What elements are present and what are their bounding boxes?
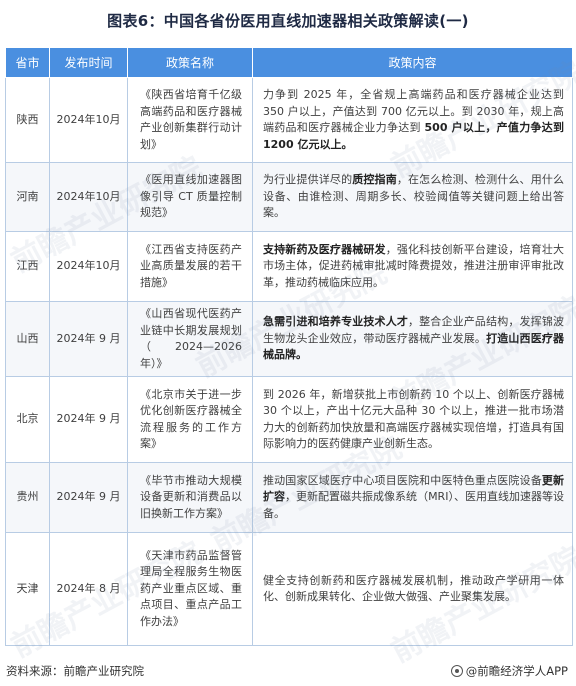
content-highlight: 质控指南	[352, 173, 397, 187]
content-text: 到 2026 年，新增获批上市创新药 10 个以上、创新医疗器械 30 个以上，…	[263, 387, 564, 451]
brand-logo-icon	[450, 665, 463, 677]
cell-date: 2024年10月	[49, 231, 128, 302]
content-text: 推动国家区域医疗中心项目医院和中医特色重点医院设备	[263, 473, 542, 487]
cell-policy-content: 力争到 2025 年，全省规上高端药品和医疗器械企业达到 350 户以上，产值达…	[252, 77, 573, 163]
cell-policy-name: 《天津市药品监督管理局全程服务生物医药产业重点区域、重点项目、重点产品工作办法》	[127, 532, 253, 646]
cell-date: 2024年 9 月	[49, 376, 128, 463]
cell-policy-name: 《山西省现代医药产业链中长期发展规划（2024—2026 年）》	[127, 301, 253, 377]
header-date: 发布时间	[49, 47, 128, 78]
cell-policy-name: 《医用直线加速器图像引导 CT 质量控制规范》	[127, 162, 253, 232]
cell-province: 天津	[5, 532, 50, 646]
cell-province: 北京	[5, 376, 50, 463]
cell-policy-content: 支持新药及医疗器械研发，强化科技创新平台建设，培育壮大市场主体，促进药械审批减时…	[252, 231, 573, 302]
cell-policy-content: 到 2026 年，新增获批上市创新药 10 个以上、创新医疗器械 30 个以上，…	[252, 376, 573, 463]
cell-date: 2024年 8 月	[49, 532, 128, 646]
cell-policy-content: 推动国家区域医疗中心项目医院和中医特色重点医院设备更新扩容，更新配置磁共振成像系…	[252, 462, 573, 533]
cell-province: 贵州	[5, 462, 50, 533]
table-header-row: 省市 发布时间 政策名称 政策内容	[5, 47, 573, 78]
cell-policy-content: 为行业提供详尽的质控指南，在怎么检测、检测什么、用什么设备、由谁检测、周期多长、…	[252, 162, 573, 232]
table-row: 江西 2024年10月 《江西省支持医药产业高质量发展的若干措施》 支持新药及医…	[5, 231, 573, 302]
table-row: 贵州 2024年 9 月 《毕节市推动大规模设备更新和消费品以旧换新工作方案》 …	[5, 462, 573, 533]
cell-policy-content: 急需引进和培养专业技术人才，整合企业产品结构，发挥锦波生物龙头企业效应，带动医疗…	[252, 301, 573, 377]
table-row: 北京 2024年 9 月 《北京市关于进一步优化创新医疗器械全流程服务的工作方案…	[5, 376, 573, 463]
cell-policy-name: 《北京市关于进一步优化创新医疗器械全流程服务的工作方案》	[127, 376, 253, 463]
table-row: 河南 2024年10月 《医用直线加速器图像引导 CT 质量控制规范》 为行业提…	[5, 162, 573, 232]
table-row: 山西 2024年 9 月 《山西省现代医药产业链中长期发展规划（2024—202…	[5, 301, 573, 377]
content-text: 健全支持创新药和医疗器械发展机制，推动政产学研用一体化、创新成果转化、企业做大做…	[263, 573, 564, 604]
content-text: 为行业提供详尽的	[263, 173, 353, 187]
cell-date: 2024年10月	[49, 77, 128, 163]
header-policy-name: 政策名称	[127, 47, 253, 78]
content-highlight: 支持新药及医疗器械研发	[263, 242, 386, 256]
header-province: 省市	[5, 47, 50, 78]
cell-date: 2024年 9 月	[49, 301, 128, 377]
header-policy-content: 政策内容	[252, 47, 573, 78]
table-row: 陕西 2024年10月 《陕西省培育千亿级高端药品和医疗器械产业创新集群行动计划…	[5, 77, 573, 163]
cell-province: 河南	[5, 162, 50, 232]
cell-policy-name: 《陕西省培育千亿级高端药品和医疗器械产业创新集群行动计划》	[127, 77, 253, 163]
cell-policy-content: 健全支持创新药和医疗器械发展机制，推动政产学研用一体化、创新成果转化、企业做大做…	[252, 532, 573, 646]
policy-table: 省市 发布时间 政策名称 政策内容 陕西 2024年10月 《陕西省培育千亿级高…	[5, 47, 573, 646]
cell-date: 2024年10月	[49, 162, 128, 232]
content-text: ，更新配置磁共振成像系统（MRI）、医用直线加速器等设备。	[263, 490, 564, 520]
cell-province: 山西	[5, 301, 50, 377]
brand-credit-text: @前瞻经济学人APP	[465, 664, 568, 678]
source-note: 资料来源：前瞻产业研究院	[6, 664, 144, 678]
cell-date: 2024年 9 月	[49, 462, 128, 533]
content-highlight: 急需引进和培养专业技术人才	[263, 315, 408, 329]
table-row: 天津 2024年 8 月 《天津市药品监督管理局全程服务生物医药产业重点区域、重…	[5, 532, 573, 646]
cell-policy-name: 《江西省支持医药产业高质量发展的若干措施》	[127, 231, 253, 302]
page-title: 图表6：中国各省份医用直线加速器相关政策解读(一)	[107, 12, 469, 30]
cell-province: 江西	[5, 231, 50, 302]
cell-province: 陕西	[5, 77, 50, 163]
brand-credit: @前瞻经济学人APP	[450, 663, 568, 679]
cell-policy-name: 《毕节市推动大规模设备更新和消费品以旧换新工作方案》	[127, 462, 253, 533]
